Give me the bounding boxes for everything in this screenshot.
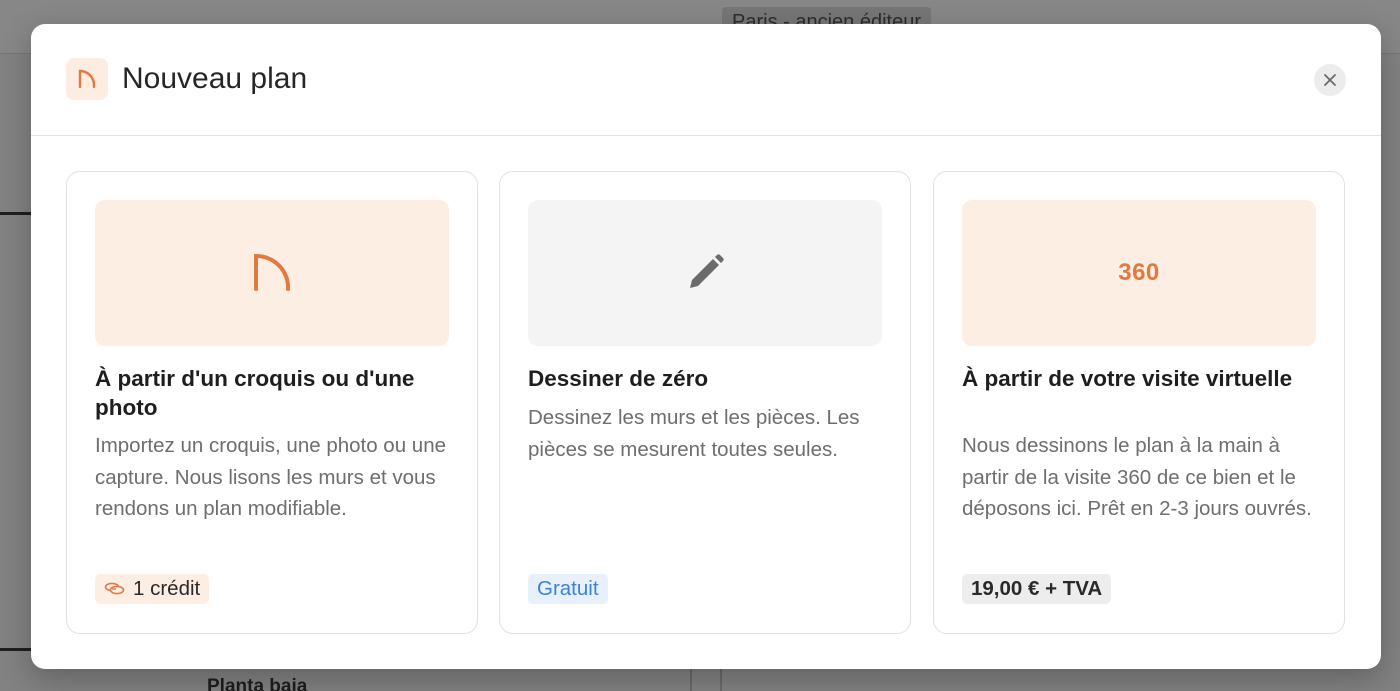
option-title: À partir de votre visite virtuelle: [962, 366, 1293, 391]
arch-icon: [254, 253, 290, 291]
dialog-title: Nouveau plan: [122, 62, 308, 95]
option-illustration: [95, 200, 449, 346]
background-wall-line: [0, 648, 31, 651]
coins-icon: [104, 581, 126, 597]
badge-label: 19,00 € + TVA: [971, 577, 1103, 600]
option-illustration: [528, 200, 882, 346]
option-description: Nous dessinons le plan à la main à parti…: [962, 434, 1312, 520]
pencil-icon: [690, 254, 724, 288]
background-divider: [720, 669, 722, 691]
option-draw-from-scratch[interactable]: Dessiner de zéro Dessinez les murs et le…: [499, 171, 911, 634]
plan-options: À partir d'un croquis ou d'une photo Imp…: [66, 171, 1347, 634]
new-plan-dialog: Nouveau plan À partir d'un croquis ou d'…: [31, 24, 1381, 669]
360-label: 360: [1118, 259, 1160, 286]
price-badge: 19,00 € + TVA: [962, 574, 1112, 604]
option-title: Dessiner de zéro: [528, 366, 709, 391]
badge-label: Gratuit: [537, 577, 599, 600]
option-sketch-photo[interactable]: À partir d'un croquis ou d'une photo Imp…: [66, 171, 478, 634]
arch-icon: [66, 58, 108, 100]
background-divider: [690, 669, 692, 691]
credit-badge: 1 crédit: [95, 574, 210, 604]
badge-label: 1 crédit: [133, 577, 201, 600]
close-icon: [1324, 74, 1336, 86]
option-description: Importez un croquis, une photo ou une ca…: [95, 434, 447, 520]
free-badge: Gratuit: [528, 574, 608, 604]
background-floor-label: Planta baja: [207, 676, 308, 691]
background-wall-line: [0, 212, 31, 215]
dialog-header: Nouveau plan: [31, 24, 1381, 136]
option-description: Dessinez les murs et les pièces. Les piè…: [528, 406, 860, 461]
option-virtual-tour[interactable]: 360 À partir de votre visite virtuelle N…: [933, 171, 1345, 634]
close-button[interactable]: [1314, 64, 1346, 96]
option-illustration: 360: [962, 200, 1316, 346]
option-title: À partir d'un croquis ou d'une photo: [95, 366, 415, 420]
